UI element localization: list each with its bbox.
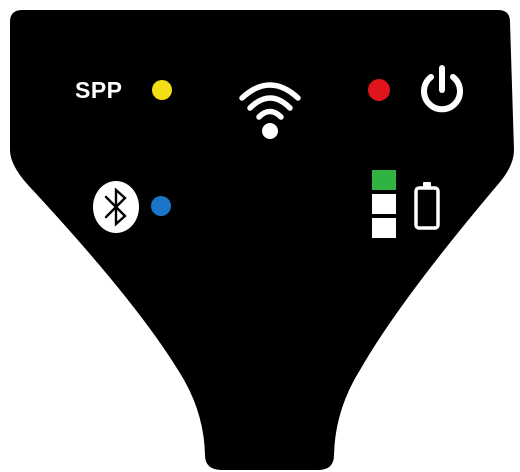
bluetooth-led xyxy=(151,196,171,216)
battery-level-bars xyxy=(372,170,396,238)
bluetooth-icon xyxy=(93,181,139,233)
battery-segment xyxy=(372,170,396,190)
device-status-panel: SPP xyxy=(0,0,520,472)
spp-led xyxy=(152,80,172,100)
battery-segment xyxy=(372,218,396,238)
battery-segment xyxy=(372,194,396,214)
wifi-icon xyxy=(239,82,301,139)
spp-label: SPP xyxy=(75,77,123,103)
battery-icon xyxy=(414,182,440,230)
power-led xyxy=(368,79,390,101)
power-icon xyxy=(421,65,463,113)
